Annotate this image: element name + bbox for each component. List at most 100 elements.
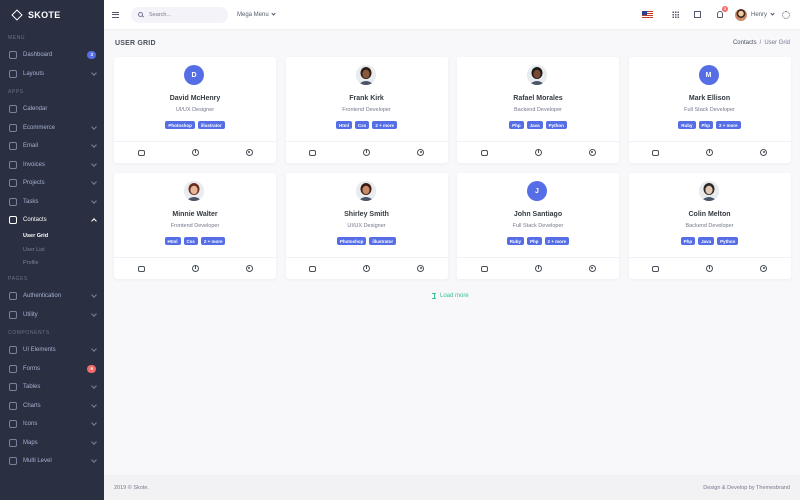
user-dropdown[interactable]: Henry (734, 8, 775, 21)
profile-button[interactable] (416, 148, 426, 158)
sidebar-item-icons[interactable]: Icons (0, 415, 104, 434)
skill-badge[interactable]: Php (680, 237, 696, 245)
skill-badge[interactable]: 2 + more (200, 237, 226, 245)
gear-icon[interactable] (782, 10, 790, 19)
user-name[interactable]: Rafael Morales (457, 95, 619, 102)
sidebar-item-multi-level[interactable]: Multi Level (0, 452, 104, 471)
message-button[interactable] (651, 148, 661, 158)
projects-button[interactable] (190, 148, 200, 158)
profile-button[interactable] (416, 264, 426, 274)
skill-badge[interactable]: Java (526, 121, 543, 129)
projects-button[interactable] (362, 148, 372, 158)
message-button[interactable] (651, 264, 661, 274)
skill-badge[interactable]: illustrator (369, 237, 397, 245)
sidebar-subitem-user-list[interactable]: User List (0, 243, 104, 257)
file-icon (9, 310, 17, 319)
projects-button[interactable] (190, 264, 200, 274)
user-name[interactable]: Colin Melton (629, 211, 791, 218)
skill-badge[interactable]: Python (545, 121, 567, 129)
fullscreen-icon (694, 11, 702, 18)
skill-badge[interactable]: Html (336, 121, 353, 129)
skill-badge[interactable]: Html (164, 237, 181, 245)
skill-badge[interactable]: illustrator (197, 121, 225, 129)
message-button[interactable] (308, 264, 318, 274)
user-name[interactable]: Shirley Smith (286, 211, 448, 218)
skill-badge[interactable]: Photoshop (336, 237, 367, 245)
us-flag-icon[interactable] (641, 11, 653, 18)
sidebar-item-email[interactable]: Email (0, 137, 104, 156)
avatar[interactable]: M (698, 65, 719, 85)
skill-badge[interactable]: 2 + more (372, 121, 397, 129)
sidebar-item-contacts[interactable]: Contacts (0, 211, 104, 230)
profile-button[interactable] (587, 148, 597, 158)
mega-menu-dropdown[interactable]: Mega Menu (237, 11, 276, 18)
skill-badge[interactable]: Ruby (678, 121, 696, 129)
breadcrumb-contacts[interactable]: Contacts (733, 40, 757, 46)
avatar[interactable] (184, 181, 204, 201)
notifications-button[interactable]: 3 (709, 6, 731, 18)
avatar[interactable]: D (184, 65, 204, 85)
sidebar-item-forms[interactable]: Forms 6 (0, 360, 104, 379)
pie-chart-icon (363, 149, 370, 156)
sidebar-item-tasks[interactable]: Tasks (0, 193, 104, 212)
message-button[interactable] (136, 264, 146, 274)
skill-badge[interactable]: Ruby (506, 237, 525, 245)
sidebar-item-layouts[interactable]: Layouts (0, 65, 104, 84)
sidebar-item-ecommerce[interactable]: Ecommerce (0, 119, 104, 138)
sidebar-item-authentication[interactable]: Authentication (0, 287, 104, 306)
profile-button[interactable] (587, 264, 597, 274)
user-name[interactable]: John Santiago (457, 211, 619, 218)
load-more-button[interactable]: Load more (432, 293, 469, 299)
profile-button[interactable] (244, 264, 254, 274)
avatar (734, 8, 747, 21)
sidebar-item-utility[interactable]: Utility (0, 306, 104, 325)
search-box[interactable] (131, 6, 228, 23)
skill-badge[interactable]: Php (698, 121, 714, 129)
search-input[interactable] (149, 11, 219, 18)
skill-badge[interactable]: Css (183, 237, 198, 245)
fullscreen-button[interactable] (687, 11, 709, 18)
profile-button[interactable] (759, 148, 769, 158)
avatar[interactable] (527, 65, 547, 85)
projects-button[interactable] (533, 264, 543, 274)
sidebar-item-tables[interactable]: Tables (0, 378, 104, 397)
sidebar-item-calendar[interactable]: Calendar (0, 100, 104, 119)
sidebar-item-charts[interactable]: Charts (0, 397, 104, 416)
apps-button[interactable] (665, 11, 687, 18)
message-button[interactable] (308, 148, 318, 158)
skill-badge[interactable]: Php (527, 237, 542, 245)
message-button[interactable] (136, 148, 146, 158)
menu-toggle-icon[interactable] (112, 11, 119, 18)
user-name[interactable]: Mark Ellison (629, 95, 791, 102)
sidebar-item-dashboard[interactable]: Dashboard 3 (0, 46, 104, 65)
skill-badge[interactable]: Photoshop (165, 121, 195, 129)
projects-button[interactable] (705, 148, 715, 158)
profile-button[interactable] (759, 264, 769, 274)
sidebar-item-ui-elements[interactable]: UI Elements (0, 341, 104, 360)
user-name[interactable]: David McHenry (114, 95, 276, 102)
projects-button[interactable] (362, 264, 372, 274)
sidebar-subitem-user-grid[interactable]: User Grid (0, 230, 104, 244)
message-button[interactable] (479, 148, 489, 158)
avatar[interactable] (355, 65, 376, 85)
sidebar-item-projects[interactable]: Projects (0, 174, 104, 193)
skill-badge[interactable]: Java (698, 237, 715, 245)
avatar[interactable] (698, 181, 719, 201)
skill-badge[interactable]: Python (717, 237, 739, 245)
user-name[interactable]: Frank Kirk (286, 95, 448, 102)
brand-logo[interactable]: SKOTE (0, 0, 104, 29)
skill-badge[interactable]: 2 + more (544, 237, 570, 245)
user-name[interactable]: Minnie Walter (114, 211, 276, 218)
sidebar-item-maps[interactable]: Maps (0, 434, 104, 453)
skill-badge[interactable]: Css (355, 121, 370, 129)
projects-button[interactable] (705, 264, 715, 274)
skill-badge[interactable]: 2 + more (716, 121, 741, 129)
sidebar-item-invoices[interactable]: Invoices (0, 156, 104, 175)
avatar[interactable]: J (527, 181, 547, 201)
projects-button[interactable] (533, 148, 543, 158)
skill-badge[interactable]: Php (509, 121, 524, 129)
message-button[interactable] (479, 264, 489, 274)
avatar[interactable] (355, 181, 376, 201)
profile-button[interactable] (244, 148, 254, 158)
sidebar-subitem-profile[interactable]: Profile (0, 257, 104, 271)
